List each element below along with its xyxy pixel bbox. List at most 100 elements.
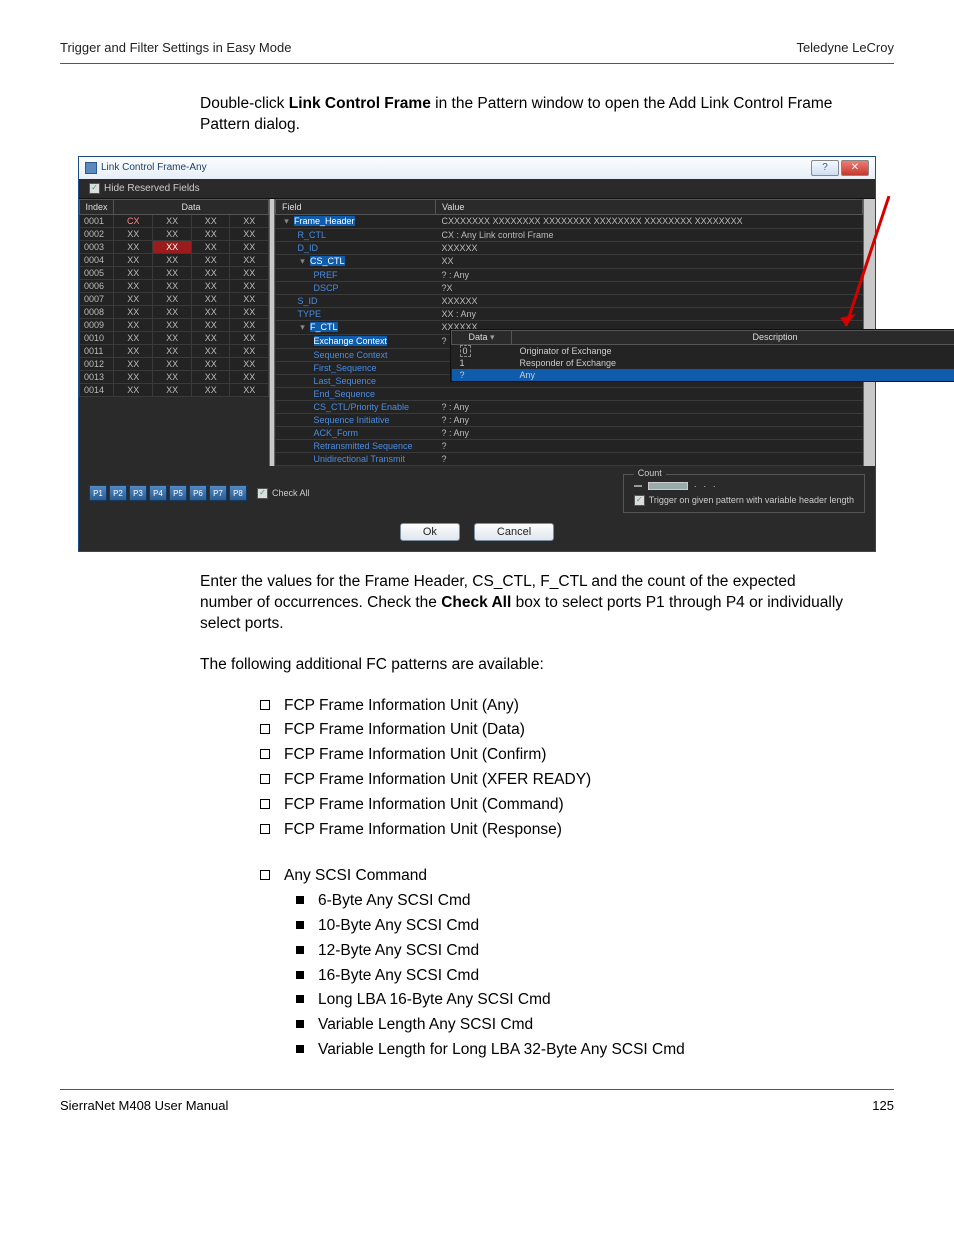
data-cell[interactable]: XX	[191, 305, 230, 318]
data-cell[interactable]: XX	[230, 214, 269, 227]
data-cell[interactable]: XX	[114, 253, 153, 266]
data-cell[interactable]: CX	[114, 214, 153, 227]
field-name[interactable]: Unidirectional Transmit	[314, 454, 406, 464]
field-name[interactable]: D_ID	[298, 243, 319, 253]
data-cell[interactable]: XX	[230, 227, 269, 240]
data-cell[interactable]: XX	[114, 318, 153, 331]
data-cell[interactable]: XX	[153, 305, 192, 318]
field-value[interactable]: ?X	[436, 281, 863, 294]
data-cell[interactable]: XX	[230, 305, 269, 318]
port-p3[interactable]: P3	[129, 485, 147, 501]
data-cell[interactable]: XX	[114, 240, 153, 253]
field-value[interactable]: ? : Any	[436, 268, 863, 281]
data-cell[interactable]: XX	[191, 279, 230, 292]
expand-icon[interactable]: ▾	[298, 256, 308, 267]
data-cell[interactable]: XX	[114, 266, 153, 279]
data-cell[interactable]: XX	[191, 318, 230, 331]
field-name[interactable]: R_CTL	[298, 230, 327, 240]
data-cell[interactable]: XX	[153, 240, 192, 253]
ok-button[interactable]: Ok	[400, 523, 460, 541]
trigger-variable-checkbox[interactable]: ✓	[634, 495, 645, 506]
value-dropdown[interactable]: Data ▾ Description 0Originator of Exchan…	[450, 329, 954, 382]
data-cell[interactable]: XX	[191, 344, 230, 357]
data-cell[interactable]: XX	[153, 227, 192, 240]
data-cell[interactable]: XX	[114, 227, 153, 240]
field-name[interactable]: Last_Sequence	[314, 376, 377, 386]
data-cell[interactable]: XX	[114, 357, 153, 370]
field-name[interactable]: Sequence Context	[314, 350, 388, 360]
field-value[interactable]	[436, 387, 863, 400]
field-name[interactable]: End_Sequence	[314, 389, 376, 399]
field-value[interactable]: ? : Any	[436, 413, 863, 426]
port-p2[interactable]: P2	[109, 485, 127, 501]
field-name[interactable]: Exchange Context	[314, 336, 388, 346]
data-cell[interactable]: XX	[230, 383, 269, 396]
field-value[interactable]: XX : Any	[436, 307, 863, 320]
port-p7[interactable]: P7	[209, 485, 227, 501]
field-value[interactable]: ?	[436, 452, 863, 465]
data-cell[interactable]: XX	[191, 383, 230, 396]
data-cell[interactable]: XX	[191, 240, 230, 253]
field-value[interactable]: CXXXXXXX XXXXXXXX XXXXXXXX XXXXXXXX XXXX…	[436, 214, 863, 228]
dd-desc[interactable]: Originator of Exchange	[512, 344, 954, 357]
count-minus-icon[interactable]	[634, 485, 642, 487]
data-cell[interactable]: XX	[191, 370, 230, 383]
field-name[interactable]: F_CTL	[310, 322, 338, 332]
field-name[interactable]: S_ID	[298, 296, 318, 306]
field-name[interactable]: PREF	[314, 270, 338, 280]
field-name[interactable]: Frame_Header	[294, 216, 355, 226]
field-name[interactable]: CS_CTL	[310, 256, 345, 266]
field-name[interactable]: CS_CTL/Priority Enable	[314, 402, 410, 412]
hide-reserved-checkbox[interactable]: ✓	[89, 183, 100, 194]
data-cell[interactable]: XX	[114, 279, 153, 292]
data-cell[interactable]: XX	[230, 370, 269, 383]
field-name[interactable]: DSCP	[314, 283, 339, 293]
data-cell[interactable]: XX	[230, 292, 269, 305]
data-cell[interactable]: XX	[191, 357, 230, 370]
field-value[interactable]: CX : Any Link control Frame	[436, 228, 863, 241]
data-cell[interactable]: XX	[114, 331, 153, 344]
data-cell[interactable]: XX	[230, 357, 269, 370]
data-cell[interactable]: XX	[153, 370, 192, 383]
data-cell[interactable]: XX	[153, 266, 192, 279]
port-p6[interactable]: P6	[189, 485, 207, 501]
field-value[interactable]: ? : Any	[436, 400, 863, 413]
data-cell[interactable]: XX	[230, 344, 269, 357]
dd-data[interactable]: 0	[452, 344, 512, 357]
field-name[interactable]: Retransmitted Sequence	[314, 441, 413, 451]
port-p4[interactable]: P4	[149, 485, 167, 501]
data-cell[interactable]: XX	[153, 331, 192, 344]
field-name[interactable]: Sequence Initiative	[314, 415, 390, 425]
port-p5[interactable]: P5	[169, 485, 187, 501]
field-value[interactable]: ? : Any	[436, 426, 863, 439]
field-value[interactable]: ?	[436, 439, 863, 452]
data-cell[interactable]: XX	[114, 305, 153, 318]
count-bar[interactable]	[648, 482, 688, 490]
data-cell[interactable]: XX	[153, 318, 192, 331]
data-cell[interactable]: XX	[191, 331, 230, 344]
port-p8[interactable]: P8	[229, 485, 247, 501]
data-cell[interactable]: XX	[230, 331, 269, 344]
field-value[interactable]: XX	[436, 254, 863, 268]
field-name[interactable]: ACK_Form	[314, 428, 359, 438]
help-button[interactable]: ?	[811, 160, 839, 176]
data-cell[interactable]: XX	[153, 357, 192, 370]
data-cell[interactable]: XX	[153, 214, 192, 227]
data-cell[interactable]: XX	[191, 266, 230, 279]
data-cell[interactable]: XX	[230, 253, 269, 266]
data-cell[interactable]: XX	[153, 253, 192, 266]
data-cell[interactable]: XX	[191, 253, 230, 266]
field-name[interactable]: First_Sequence	[314, 363, 377, 373]
data-cell[interactable]: XX	[114, 292, 153, 305]
port-p1[interactable]: P1	[89, 485, 107, 501]
data-cell[interactable]: XX	[153, 279, 192, 292]
field-value[interactable]: XXXXXX	[436, 294, 863, 307]
data-cell[interactable]: XX	[230, 240, 269, 253]
data-cell[interactable]: XX	[114, 344, 153, 357]
dd-data[interactable]: ?	[452, 369, 512, 381]
data-cell[interactable]: XX	[114, 383, 153, 396]
data-cell[interactable]: XX	[153, 383, 192, 396]
dd-data[interactable]: 1	[452, 357, 512, 369]
close-button[interactable]: ✕	[841, 160, 869, 176]
dd-desc[interactable]: Responder of Exchange	[512, 357, 954, 369]
